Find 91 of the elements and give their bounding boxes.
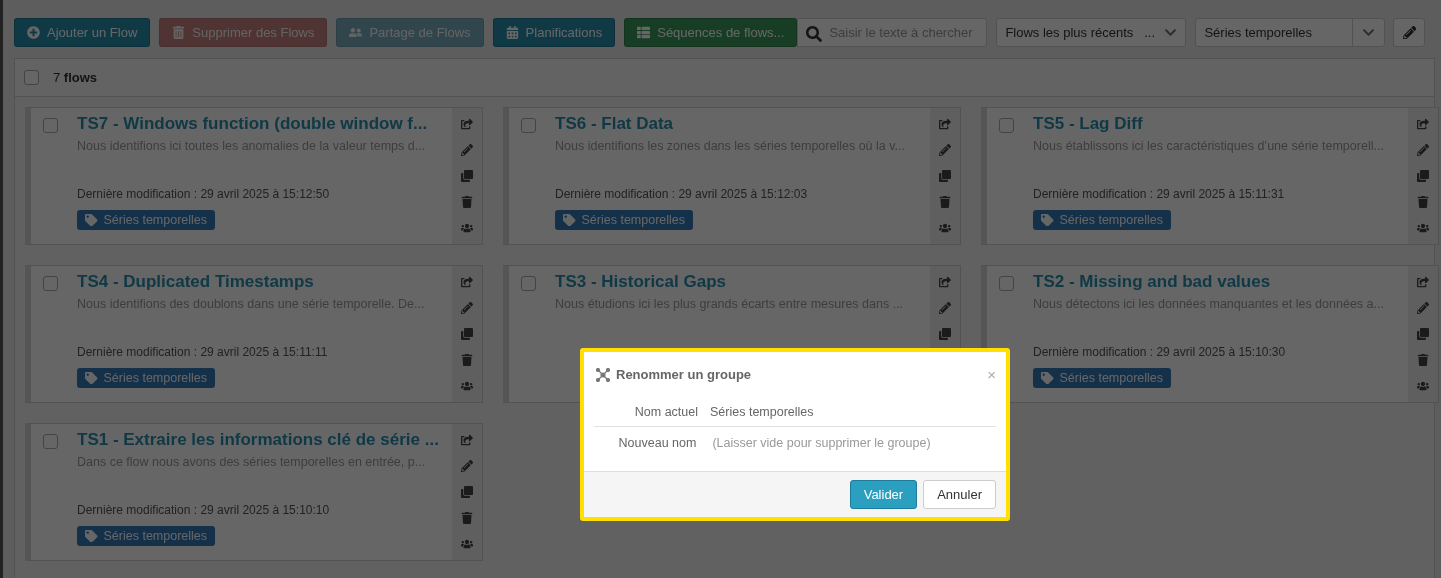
flow-checkbox[interactable] bbox=[521, 118, 536, 133]
delete-icon[interactable] bbox=[461, 512, 473, 524]
last-modified: Dernière modification : 29 avril 2025 à 15:11:31 bbox=[1033, 187, 1285, 201]
users-icon[interactable] bbox=[1417, 380, 1429, 392]
share-icon[interactable] bbox=[1417, 118, 1429, 130]
flow-checkbox[interactable] bbox=[999, 276, 1014, 291]
copy-icon[interactable] bbox=[939, 328, 951, 340]
flow-title[interactable]: TS6 - Flat Data bbox=[555, 114, 674, 134]
tag-icon bbox=[563, 213, 576, 227]
last-modified: Dernière modification : 29 avril 2025 à 15:10:10 bbox=[77, 503, 330, 517]
last-modified: Dernière modification : 29 avril 2025 à 15:11:11 bbox=[77, 345, 328, 359]
users-icon bbox=[349, 26, 363, 39]
field-label: Nouveau nom bbox=[617, 436, 697, 450]
edit-icon[interactable] bbox=[939, 144, 951, 156]
select-all-checkbox[interactable] bbox=[24, 70, 39, 85]
flow-title[interactable]: TS1 - Extraire les informations clé de série ... bbox=[77, 430, 439, 450]
delete-icon[interactable] bbox=[461, 196, 473, 208]
tag-icon bbox=[1041, 371, 1054, 385]
edit-icon[interactable] bbox=[1417, 302, 1429, 314]
toolbar-button[interactable]: Planifications bbox=[492, 18, 616, 47]
users-icon[interactable] bbox=[461, 380, 473, 392]
tag-icon bbox=[85, 213, 98, 227]
group-select[interactable]: Séries temporelles bbox=[1195, 18, 1386, 47]
flow-title[interactable]: TS4 - Duplicated Timestamps bbox=[77, 272, 314, 292]
list-icon bbox=[637, 26, 651, 39]
tag-icon bbox=[85, 529, 98, 543]
edit-button[interactable] bbox=[1393, 18, 1426, 47]
toolbar-button[interactable]: Séquences de flows... bbox=[624, 18, 798, 47]
flow-title[interactable]: TS5 - Lag Diff bbox=[1033, 114, 1143, 134]
edit-icon[interactable] bbox=[461, 144, 473, 156]
flow-checkbox[interactable] bbox=[999, 118, 1014, 133]
flow-checkbox[interactable] bbox=[43, 434, 58, 449]
last-modified: Dernière modification : 29 avril 2025 à 15:10:30 bbox=[1033, 345, 1286, 359]
field-label: Nom actuel bbox=[633, 405, 698, 419]
select-value: Flows les plus récents ... bbox=[1005, 25, 1155, 40]
share-icon[interactable] bbox=[939, 118, 951, 130]
edit-icon[interactable] bbox=[939, 302, 951, 314]
flow-title[interactable]: TS3 - Historical Gaps bbox=[555, 272, 726, 292]
edit-icon[interactable] bbox=[1417, 144, 1429, 156]
sort-select[interactable]: Flows les plus récents ... bbox=[996, 18, 1187, 47]
share-icon[interactable] bbox=[461, 276, 473, 288]
last-modified: Dernière modification : 29 avril 2025 à 15:12:03 bbox=[555, 187, 808, 201]
copy-icon[interactable] bbox=[1417, 170, 1429, 182]
share-icon[interactable] bbox=[461, 434, 473, 446]
delete-icon[interactable] bbox=[1417, 196, 1429, 208]
share-icon[interactable] bbox=[461, 118, 473, 130]
share-icon[interactable] bbox=[939, 276, 951, 288]
flow-checkbox[interactable] bbox=[43, 118, 58, 133]
users-icon[interactable] bbox=[461, 538, 473, 550]
select-value: Séries temporelles bbox=[1204, 25, 1314, 40]
tag-icon bbox=[85, 371, 98, 385]
flow-checkbox[interactable] bbox=[521, 276, 536, 291]
copy-icon[interactable] bbox=[939, 170, 951, 182]
group-tag[interactable]: Séries temporelles bbox=[77, 210, 215, 230]
pencil-icon bbox=[1402, 25, 1417, 40]
group-tag[interactable]: Séries temporelles bbox=[77, 526, 215, 546]
users-icon[interactable] bbox=[939, 222, 951, 234]
tag-icon bbox=[1041, 213, 1054, 227]
last-modified: Dernière modification : 29 avril 2025 à 15:12:50 bbox=[77, 187, 330, 201]
copy-icon[interactable] bbox=[461, 486, 473, 498]
copy-icon[interactable] bbox=[1417, 328, 1429, 340]
confirm-button[interactable]: Valider bbox=[849, 480, 918, 509]
group-tag[interactable]: Séries temporelles bbox=[1033, 210, 1171, 230]
edit-icon[interactable] bbox=[461, 460, 473, 472]
delete-icon[interactable] bbox=[461, 354, 473, 366]
flow-checkbox[interactable] bbox=[43, 276, 58, 291]
close-button[interactable]: × bbox=[987, 366, 996, 383]
search-icon bbox=[806, 26, 823, 42]
chevron-down-icon bbox=[1163, 26, 1177, 39]
delete-icon[interactable] bbox=[939, 196, 951, 208]
calendar-icon bbox=[505, 26, 519, 39]
dialog-title: Renommer un groupe bbox=[616, 367, 753, 382]
group-tag[interactable]: Séries temporelles bbox=[1033, 368, 1171, 388]
chevron-down-icon bbox=[1362, 26, 1376, 39]
group-tag[interactable]: Séries temporelles bbox=[555, 210, 693, 230]
flow-title[interactable]: TS7 - Windows function (double window f... bbox=[77, 114, 428, 134]
network-icon bbox=[596, 367, 610, 382]
cancel-button[interactable]: Annuler bbox=[923, 480, 996, 509]
flow-count: 7 flows bbox=[53, 70, 98, 85]
group-tag[interactable]: Séries temporelles bbox=[77, 368, 215, 388]
field-value: Séries temporelles bbox=[710, 405, 814, 419]
share-icon[interactable] bbox=[1417, 276, 1429, 288]
copy-icon[interactable] bbox=[461, 170, 473, 182]
delete-icon[interactable] bbox=[1417, 354, 1429, 366]
toolbar-button[interactable]: Ajouter un Flow bbox=[14, 18, 151, 47]
users-icon[interactable] bbox=[461, 222, 473, 234]
copy-icon[interactable] bbox=[461, 328, 473, 340]
users-icon[interactable] bbox=[1417, 222, 1429, 234]
flow-title[interactable]: TS2 - Missing and bad values bbox=[1033, 272, 1271, 292]
trash-icon bbox=[172, 26, 186, 39]
edit-icon[interactable] bbox=[461, 302, 473, 314]
